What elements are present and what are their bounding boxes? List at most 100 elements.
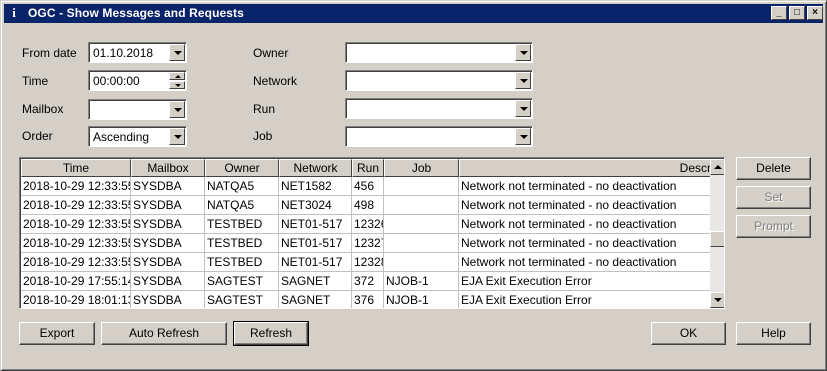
mailbox-label: Mailbox <box>22 102 64 116</box>
table-cell: SAGTEST <box>205 291 279 308</box>
scrollbar-thumb[interactable] <box>710 231 724 247</box>
column-header-network[interactable]: Network <box>279 159 352 177</box>
time-value: 00:00:00 <box>93 74 140 88</box>
set-button[interactable]: Set <box>736 186 811 209</box>
spin-down-button[interactable] <box>169 81 185 89</box>
owner-dropdown[interactable] <box>345 42 533 63</box>
column-header-description[interactable]: Descr <box>459 159 710 177</box>
table-cell: EJA Exit Execution Error <box>459 272 710 291</box>
table-row[interactable]: 2018-10-29 12:33:55 SYSDBA NATQA5 NET1582 45… <box>21 177 710 196</box>
table-cell <box>384 253 459 272</box>
table-cell: SAGNET <box>279 291 352 308</box>
table-cell: SYSDBA <box>131 253 205 272</box>
run-label: Run <box>253 102 276 116</box>
refresh-button[interactable]: Refresh <box>233 321 309 346</box>
table-cell: 2018-10-29 12:33:55 <box>21 177 131 196</box>
job-label: Job <box>253 129 273 143</box>
ok-button[interactable]: OK <box>651 322 726 345</box>
info-icon: i <box>12 5 16 20</box>
window-title: OGC - Show Messages and Requests <box>28 6 244 20</box>
table-cell: 498 <box>352 196 384 215</box>
table-cell: Network not terminated - no deactivation <box>459 177 710 196</box>
table-cell: TESTBED <box>205 253 279 272</box>
dialog-window: i OGC - Show Messages and Requests _ □ ×… <box>0 0 827 371</box>
table-cell <box>384 196 459 215</box>
table-row[interactable]: 2018-10-29 17:55:14 SYSDBA SAGTEST SAGNET 37… <box>21 272 710 291</box>
table-cell: 12326 <box>352 215 384 234</box>
table-cell <box>384 215 459 234</box>
from-date-label: From date <box>22 46 77 60</box>
time-spinner[interactable]: 00:00:00 <box>88 70 187 91</box>
job-dropdown[interactable] <box>345 126 533 147</box>
table-cell: SAGTEST <box>205 272 279 291</box>
table-cell: NET01-517 <box>279 253 352 272</box>
from-date-dropdown-button[interactable] <box>169 44 185 61</box>
chevron-down-icon <box>520 107 528 111</box>
table-cell: NET3024 <box>279 196 352 215</box>
network-dropdown[interactable] <box>345 70 533 91</box>
time-spin-buttons[interactable] <box>169 72 185 89</box>
chevron-down-icon <box>174 108 182 112</box>
help-button[interactable]: Help <box>736 322 811 345</box>
run-dropdown[interactable] <box>345 98 533 119</box>
table-cell: SYSDBA <box>131 215 205 234</box>
network-dropdown-button[interactable] <box>515 72 531 89</box>
time-label: Time <box>22 74 49 88</box>
table-cell: 2018-10-29 12:33:55 <box>21 253 131 272</box>
delete-button[interactable]: Delete <box>736 157 811 180</box>
arrow-down-icon <box>714 298 722 302</box>
table-row[interactable]: 2018-10-29 12:33:55 SYSDBA TESTBED NET01-51… <box>21 234 710 253</box>
table-row[interactable]: 2018-10-29 12:33:55 SYSDBA TESTBED NET01-51… <box>21 253 710 272</box>
table-cell: NJOB-1 <box>384 291 459 308</box>
arrow-up-icon <box>714 165 722 169</box>
vertical-scrollbar[interactable] <box>710 159 724 308</box>
table-cell: NATQA5 <box>205 177 279 196</box>
table-cell: EJA Exit Execution Error <box>459 291 710 308</box>
minimize-button[interactable]: _ <box>771 6 787 20</box>
mailbox-dropdown-button[interactable] <box>169 101 185 118</box>
run-dropdown-button[interactable] <box>515 100 531 117</box>
table-row[interactable]: 2018-10-29 18:01:13 SYSDBA SAGTEST SAGNET 37… <box>21 291 710 308</box>
job-dropdown-button[interactable] <box>515 128 531 145</box>
table-cell: 2018-10-29 12:33:55 <box>21 234 131 253</box>
maximize-button[interactable]: □ <box>789 6 805 20</box>
table-cell: 2018-10-29 18:01:13 <box>21 291 131 308</box>
table-cell: NET01-517 <box>279 215 352 234</box>
table-cell: Network not terminated - no deactivation <box>459 253 710 272</box>
order-value: Ascending <box>93 130 150 144</box>
title-bar[interactable]: i OGC - Show Messages and Requests _ □ × <box>4 4 823 23</box>
table-cell <box>384 234 459 253</box>
table-cell: 376 <box>352 291 384 308</box>
column-header-mailbox[interactable]: Mailbox <box>131 159 205 177</box>
from-date-value: 01.10.2018 <box>93 46 154 60</box>
table-cell: 372 <box>352 272 384 291</box>
table-row[interactable]: 2018-10-29 12:33:55 SYSDBA NATQA5 NET3024 49… <box>21 196 710 215</box>
table-cell: SYSDBA <box>131 177 205 196</box>
order-dropdown[interactable]: Ascending <box>88 126 187 147</box>
auto-refresh-button[interactable]: Auto Refresh <box>101 322 227 345</box>
table-cell: Network not terminated - no deactivation <box>459 196 710 215</box>
table-cell: 12328 <box>352 253 384 272</box>
close-button[interactable]: × <box>807 6 823 20</box>
scroll-down-button[interactable] <box>710 292 724 308</box>
column-header-time[interactable]: Time <box>21 159 131 177</box>
owner-label: Owner <box>253 46 289 60</box>
table-cell: 12327 <box>352 234 384 253</box>
column-header-job[interactable]: Job <box>384 159 459 177</box>
column-header-owner[interactable]: Owner <box>205 159 279 177</box>
prompt-button[interactable]: Prompt <box>736 215 811 238</box>
table-row[interactable]: 2018-10-29 12:33:55 SYSDBA TESTBED NET01-51… <box>21 215 710 234</box>
order-dropdown-button[interactable] <box>169 128 185 145</box>
table-cell: TESTBED <box>205 215 279 234</box>
column-header-run[interactable]: Run <box>352 159 384 177</box>
export-button[interactable]: Export <box>19 322 95 345</box>
chevron-down-icon <box>520 135 528 139</box>
from-date-dropdown[interactable]: 01.10.2018 <box>88 42 187 63</box>
mailbox-dropdown[interactable] <box>88 99 187 120</box>
owner-dropdown-button[interactable] <box>515 44 531 61</box>
scroll-up-button[interactable] <box>710 159 724 175</box>
table-cell: NET1582 <box>279 177 352 196</box>
spin-up-button[interactable] <box>169 72 185 80</box>
network-label: Network <box>253 74 298 88</box>
messages-grid[interactable]: Time Mailbox Owner Network Run Job Descr… <box>19 157 725 309</box>
